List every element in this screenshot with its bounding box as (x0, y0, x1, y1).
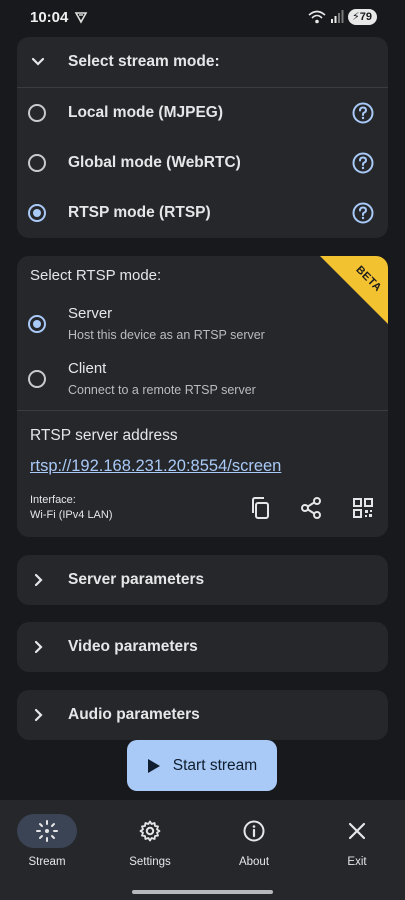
option-title: Server (68, 305, 113, 322)
nav-pill (224, 814, 284, 848)
radio-server[interactable] (28, 315, 46, 333)
interface-info: Interface: Wi-Fi (IPv4 LAN) (30, 493, 113, 523)
radio-global[interactable] (28, 154, 46, 172)
video-parameters-section[interactable]: Video parameters (17, 622, 388, 672)
interface-label: Interface: (30, 494, 76, 506)
help-icon[interactable] (352, 102, 374, 124)
option-subtitle: Host this device as an RTSP server (68, 328, 265, 342)
option-subtitle: Connect to a remote RTSP server (68, 383, 256, 397)
chevron-right-icon (34, 640, 43, 654)
wifi-icon (308, 10, 326, 24)
signal-icon (331, 10, 344, 23)
close-icon (348, 822, 366, 840)
battery-indicator: ⚡79 (348, 9, 377, 25)
nav-label: Exit (347, 856, 367, 868)
interface-value: Wi-Fi (IPv4 LAN) (30, 509, 113, 521)
rtsp-mode-card: BETA Select RTSP mode: Server Host this … (17, 256, 388, 537)
qr-code-icon[interactable] (351, 496, 375, 520)
radio-client[interactable] (28, 370, 46, 388)
stream-option-local[interactable]: Local mode (MJPEG) (17, 88, 388, 138)
stream-option-global[interactable]: Global mode (WebRTC) (17, 138, 388, 188)
nav-label: Stream (28, 856, 66, 868)
nav-label: Settings (129, 856, 171, 868)
nav-pill (327, 814, 387, 848)
chevron-right-icon (34, 708, 43, 722)
section-label: Video parameters (68, 638, 198, 655)
help-icon[interactable] (352, 202, 374, 224)
nav-item-stream[interactable]: Stream (7, 814, 87, 868)
info-icon (243, 820, 265, 842)
server-address-label: RTSP server address (30, 427, 178, 444)
play-icon (147, 758, 160, 773)
rtsp-option-client[interactable]: Client Connect to a remote RTSP server (17, 353, 388, 405)
battery-level: 79 (359, 11, 372, 23)
option-title: Client (68, 360, 107, 377)
stream-mode-card: Select stream mode: Local mode (MJPEG) G… (17, 37, 388, 238)
stream-mode-header[interactable]: Select stream mode: (17, 37, 388, 87)
section-label: Server parameters (68, 571, 205, 588)
chevron-down-icon (31, 57, 45, 66)
divider (17, 410, 388, 411)
nav-item-exit[interactable]: Exit (317, 814, 397, 868)
rtsp-option-server[interactable]: Server Host this device as an RTSP serve… (17, 298, 388, 350)
radio-local[interactable] (28, 104, 46, 122)
help-icon[interactable] (352, 152, 374, 174)
chevron-right-icon (34, 573, 43, 587)
gear-icon (139, 820, 161, 842)
app-notification-icon (74, 12, 88, 24)
option-label: Global mode (WebRTC) (68, 154, 241, 171)
audio-parameters-section[interactable]: Audio parameters (17, 690, 388, 740)
section-label: Audio parameters (68, 706, 200, 723)
bottom-navigation: Stream Settings About Exit (0, 800, 405, 900)
stream-option-rtsp[interactable]: RTSP mode (RTSP) (17, 188, 388, 238)
gesture-bar[interactable] (132, 890, 273, 894)
start-stream-button[interactable]: Start stream (127, 740, 277, 791)
server-parameters-section[interactable]: Server parameters (17, 555, 388, 605)
rtsp-mode-title: Select RTSP mode: (30, 267, 162, 284)
nav-pill (17, 814, 77, 848)
stream-icon (36, 820, 58, 842)
radio-rtsp[interactable] (28, 204, 46, 222)
stream-mode-title: Select stream mode: (68, 53, 220, 70)
nav-item-settings[interactable]: Settings (110, 814, 190, 868)
status-bar: 10:04 ⚡79 (0, 0, 405, 34)
share-icon[interactable] (299, 496, 323, 520)
option-label: RTSP mode (RTSP) (68, 204, 211, 221)
option-label: Local mode (MJPEG) (68, 104, 224, 121)
nav-item-about[interactable]: About (214, 814, 294, 868)
copy-icon[interactable] (248, 496, 272, 520)
start-stream-label: Start stream (172, 756, 258, 774)
nav-label: About (238, 856, 270, 868)
nav-pill (120, 814, 180, 848)
status-time: 10:04 (30, 9, 69, 26)
server-address-link[interactable]: rtsp://192.168.231.20:8554/screen (30, 457, 281, 476)
